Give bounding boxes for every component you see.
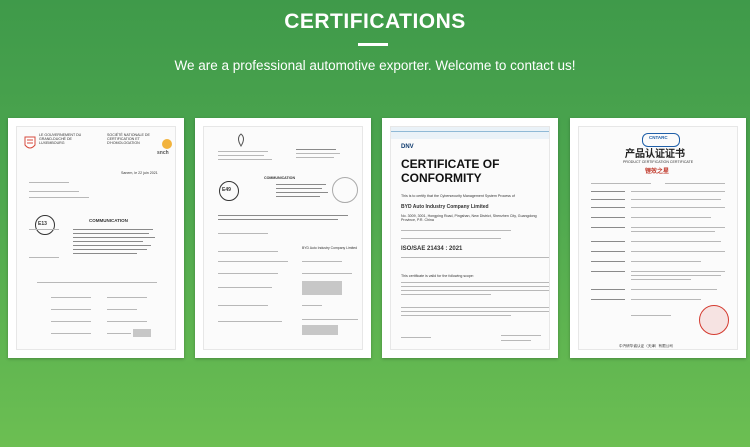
certificate-document: LE GOUVERNEMENT DU GRAND-DUCHÉ DE LUXEMB… bbox=[16, 126, 176, 350]
certificate-title-en: PRODUCT CERTIFICATION CERTIFICATE bbox=[623, 160, 694, 164]
standard-label: ISO/SAE 21434 : 2021 bbox=[401, 246, 463, 252]
section-title: CERTIFICATIONS bbox=[284, 10, 466, 33]
certificate-card-dnv[interactable]: DNV CERTIFICATE OF CONFORMITY This is to… bbox=[382, 118, 558, 358]
title-underline bbox=[358, 43, 388, 46]
certificate-subtitle-cn: 锂效之星 bbox=[645, 169, 670, 175]
issue-date: Sanem, le 22 juin 2021 bbox=[121, 171, 158, 175]
lion-crest-icon bbox=[24, 136, 36, 149]
scope-label: This certificate is valid for the follow… bbox=[401, 274, 474, 278]
e-mark-label: E49 bbox=[222, 187, 231, 193]
dnv-logo: DNV bbox=[401, 144, 414, 150]
certificate-card-cyprus[interactable]: E49 COMMUNICATION BYD Auto Industry Comp… bbox=[195, 118, 371, 358]
seal-icon bbox=[332, 177, 358, 203]
certificate-title-line1: CERTIFICATE OF bbox=[401, 157, 500, 171]
certificate-title-line2: CONFORMITY bbox=[401, 171, 482, 185]
certificate-document: DNV CERTIFICATE OF CONFORMITY This is to… bbox=[390, 126, 550, 350]
snch-logo-text: snch bbox=[157, 150, 169, 156]
certificate-title-cn: 产品认证证书 bbox=[625, 149, 685, 160]
document-heading: COMMUNICATION bbox=[264, 176, 296, 180]
manufacturer-name: BYD Auto Industry Company Limited bbox=[302, 246, 358, 250]
section-subtitle: We are a professional automotive exporte… bbox=[174, 58, 576, 73]
issuer-right: SOCIÉTÉ NATIONALE DE CERTIFICATION ET D'… bbox=[107, 133, 150, 145]
certificate-document: E49 COMMUNICATION BYD Auto Industry Comp… bbox=[203, 126, 363, 350]
red-seal-icon bbox=[699, 305, 729, 335]
certify-statement: This is to certify that the Cybersecurit… bbox=[401, 194, 515, 198]
certificate-card-luxembourg[interactable]: LE GOUVERNEMENT DU GRAND-DUCHÉ DE LUXEMB… bbox=[8, 118, 184, 358]
certificate-card-cn-product[interactable]: CNTARC 产品认证证书 PRODUCT CERTIFICATION CERT… bbox=[570, 118, 746, 358]
company-name: BYD Auto Industry Company Limited bbox=[401, 204, 489, 210]
snch-logo-icon bbox=[162, 139, 172, 149]
cntarc-logo-text: CNTARC bbox=[649, 135, 668, 140]
issuer-left: LE GOUVERNEMENT DU GRAND-DUCHÉ DE LUXEMB… bbox=[39, 133, 82, 145]
e-mark-label: E13 bbox=[38, 221, 47, 227]
issuer-footer-cn: 中汽研华诚认证（天津）有限公司 bbox=[619, 344, 673, 348]
certificate-document: CNTARC 产品认证证书 PRODUCT CERTIFICATION CERT… bbox=[578, 126, 738, 350]
document-heading: COMMUNICATION bbox=[89, 218, 128, 223]
company-address: No. 3009, 3001, Hongping Road, Pingshan,… bbox=[401, 214, 537, 222]
emblem-icon bbox=[238, 133, 244, 147]
